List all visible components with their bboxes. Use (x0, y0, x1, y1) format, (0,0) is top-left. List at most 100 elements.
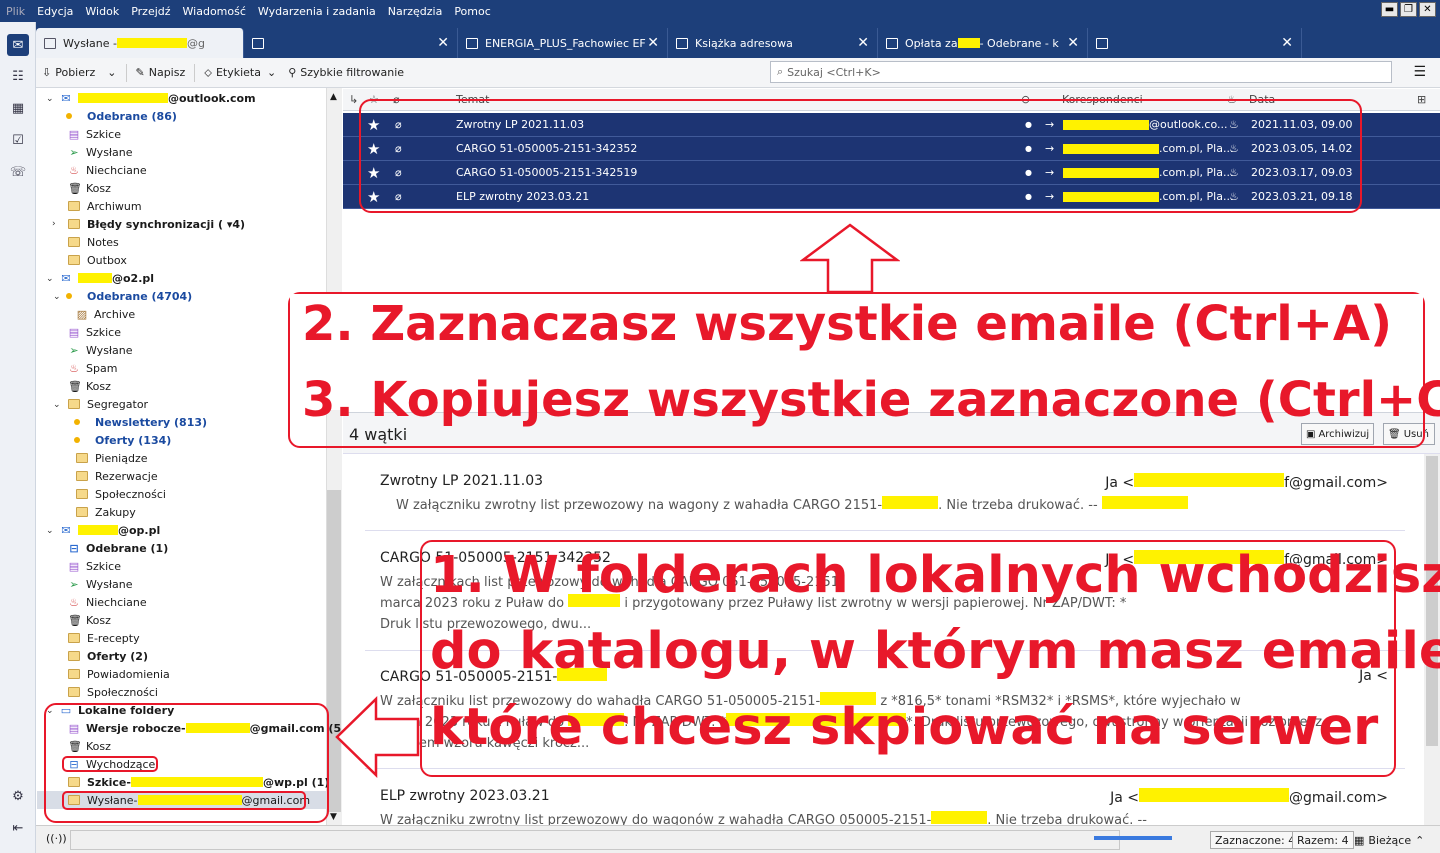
folder-sent[interactable]: ➢ Wysłane (68, 575, 133, 593)
folder-drafts[interactable]: ▤ Szkice (68, 125, 121, 143)
folder-spam[interactable]: ♨ Spam (68, 359, 117, 377)
menu-view[interactable]: Widok (79, 5, 125, 18)
account-o2[interactable]: ✉ @o2.pl (60, 269, 154, 287)
scroll-up-icon[interactable]: ▲ (330, 92, 337, 102)
folder-archive[interactable]: ▨ Archive (76, 305, 135, 323)
tab-message-1[interactable]: ✕ (244, 28, 458, 58)
folder-label: Newslettery (813) (95, 415, 208, 429)
folder-label: Outbox (87, 253, 127, 267)
folder-drafts[interactable]: ▤ Szkice (68, 557, 121, 575)
folder-sync-errors[interactable]: Błędy synchronizacji ( ▾4) (68, 215, 245, 233)
close-tab-icon[interactable]: ✕ (647, 35, 659, 51)
unread-dot-icon (66, 293, 72, 299)
folder-label: Wysłane (86, 577, 133, 591)
tab-label-suffix: - Odebrane - k (979, 36, 1059, 50)
tab-message-oplata[interactable]: Opłata za - Odebrane - k ✕ (878, 28, 1088, 58)
folder-label: Zakupy (95, 505, 136, 519)
menu-events[interactable]: Wydarzenia i zadania (252, 5, 382, 18)
folder-money[interactable]: Pieniądze (76, 449, 148, 467)
folder-drafts[interactable]: ▤ Szkice (68, 323, 121, 341)
menu-file[interactable]: Plik (0, 5, 31, 18)
collapse-spaces-icon[interactable]: ⇤ (9, 820, 27, 836)
folder-social[interactable]: Społeczności (76, 485, 166, 503)
message-body: W załączniku zwrotny list przewozowy na … (396, 498, 883, 513)
folder-inbox[interactable]: Odebrane (86) (66, 107, 177, 125)
tag-button[interactable]: ⬦ Etykieta ⌄ (198, 62, 282, 84)
folder-inbox[interactable]: Odebrane (4704) (66, 287, 192, 305)
message-from: Ja < (1110, 790, 1140, 806)
tab-message-6[interactable]: ✕ (1088, 28, 1302, 58)
tasks-space-icon[interactable]: ☑ (9, 132, 27, 148)
today-pane-button[interactable]: ▦ Bieżące ⌃ (1350, 831, 1428, 849)
folder-inbox[interactable]: ⊟ Odebrane (1) (68, 539, 168, 557)
folder-segregator[interactable]: Segregator (68, 395, 148, 413)
minimize-icon[interactable]: ▬ (1381, 2, 1398, 17)
online-status-icon[interactable]: ((·)) (46, 832, 67, 845)
folder-sent[interactable]: ➢ Wysłane (68, 143, 132, 161)
mail-space-icon[interactable]: ✉ (7, 34, 29, 56)
folder-outbox[interactable]: Outbox (68, 251, 127, 269)
account-email: @op.pl (118, 523, 161, 537)
tab-sent-folder[interactable]: Wysłane - @g (36, 28, 244, 58)
menu-go[interactable]: Przejdź (125, 5, 176, 18)
quick-filter-button[interactable]: ⚲ Szybkie filtrowanie (282, 62, 410, 84)
chat-space-icon[interactable]: ☏ (9, 164, 27, 180)
folder-offers[interactable]: Oferty (134) (74, 431, 171, 449)
tab-message-energia[interactable]: ENERGIA_PLUS_Fachowiec EF ✕ (458, 28, 668, 58)
tab-address-book[interactable]: Książka adresowa ✕ (668, 28, 878, 58)
pencil-icon: ✎ (135, 66, 145, 79)
thread-tree-icon[interactable]: ↳ (349, 93, 358, 106)
annotation-step1-line1: 1. W folderach lokalnych wchodzisz (430, 546, 1440, 605)
folder-trash[interactable]: 🗑 Kosz (68, 179, 111, 197)
get-mail-dropdown[interactable]: ⌄ (101, 62, 122, 84)
message-summary[interactable]: ELP zwrotny 2023.03.21 Ja < @gmail.com> W… (380, 788, 1400, 826)
search-input[interactable]: ⌕ Szukaj <Ctrl+K> (770, 61, 1392, 83)
folder-trash[interactable]: 🗑 Kosz (68, 377, 111, 395)
annotation-local-folders-box (44, 703, 329, 823)
restore-icon[interactable]: ❐ (1400, 2, 1417, 17)
trash-icon: 🗑 (68, 379, 82, 393)
folder-sent[interactable]: ➢ Wysłane (68, 341, 132, 359)
folder-junk[interactable]: ♨ Niechciane (68, 161, 147, 179)
close-tab-icon[interactable]: ✕ (857, 35, 869, 51)
folder-notifications[interactable]: Powiadomienia (68, 665, 170, 683)
menu-help[interactable]: Pomoc (448, 5, 496, 18)
address-book-space-icon[interactable]: ☷ (9, 68, 27, 84)
inbox-icon: ⊟ (69, 541, 79, 555)
folder-icon (76, 453, 88, 463)
message-summary[interactable]: Zwrotny LP 2021.11.03 Ja < f@gmail.com> W… (380, 473, 1400, 516)
folder-trash[interactable]: 🗑 Kosz (68, 611, 111, 629)
folder-erecepty[interactable]: E-recepty (68, 629, 140, 647)
calendar-space-icon[interactable]: ▦ (9, 100, 27, 116)
hamburger-menu-icon[interactable]: ☰ (1413, 64, 1426, 80)
drafts-icon: ▤ (68, 559, 80, 573)
folder-reservations[interactable]: Rezerwacje (76, 467, 158, 485)
folder-label: Niechciane (86, 595, 147, 609)
close-tab-icon[interactable]: ✕ (1067, 35, 1079, 51)
menu-message[interactable]: Wiadomość (177, 5, 252, 18)
account-outlook[interactable]: ✉ @outlook.com (60, 89, 255, 107)
folder-archive[interactable]: Archiwum (68, 197, 142, 215)
scroll-down-icon[interactable]: ▼ (330, 812, 337, 822)
calendar-icon: ▦ (1354, 833, 1365, 847)
trash-icon: 🗑 (68, 181, 82, 195)
folder-newsletters[interactable]: Newslettery (813) (74, 413, 207, 431)
folder-junk[interactable]: ♨ Niechciane (68, 593, 147, 611)
folder-shopping[interactable]: Zakupy (76, 503, 136, 521)
menu-tools[interactable]: Narzędzia (382, 5, 449, 18)
get-mail-button[interactable]: ⇩ Pobierz (36, 62, 101, 84)
account-op[interactable]: ✉ @op.pl (60, 521, 160, 539)
close-tab-icon[interactable]: ✕ (437, 35, 449, 51)
folder-offers[interactable]: Oferty (2) (68, 647, 148, 665)
folder-social[interactable]: Społeczności (68, 683, 158, 701)
write-label: Napisz (148, 66, 186, 79)
menu-edit[interactable]: Edycja (31, 5, 79, 18)
close-tab-icon[interactable]: ✕ (1281, 35, 1293, 51)
write-button[interactable]: ✎ Napisz (130, 62, 192, 84)
close-window-icon[interactable]: ✕ (1419, 2, 1436, 17)
folder-label: Szkice (86, 325, 121, 339)
folder-label: Szkice (86, 127, 121, 141)
folder-notes[interactable]: Notes (68, 233, 119, 251)
settings-icon[interactable]: ⚙ (9, 788, 27, 804)
column-picker-icon[interactable]: ⊞ (1417, 93, 1426, 106)
